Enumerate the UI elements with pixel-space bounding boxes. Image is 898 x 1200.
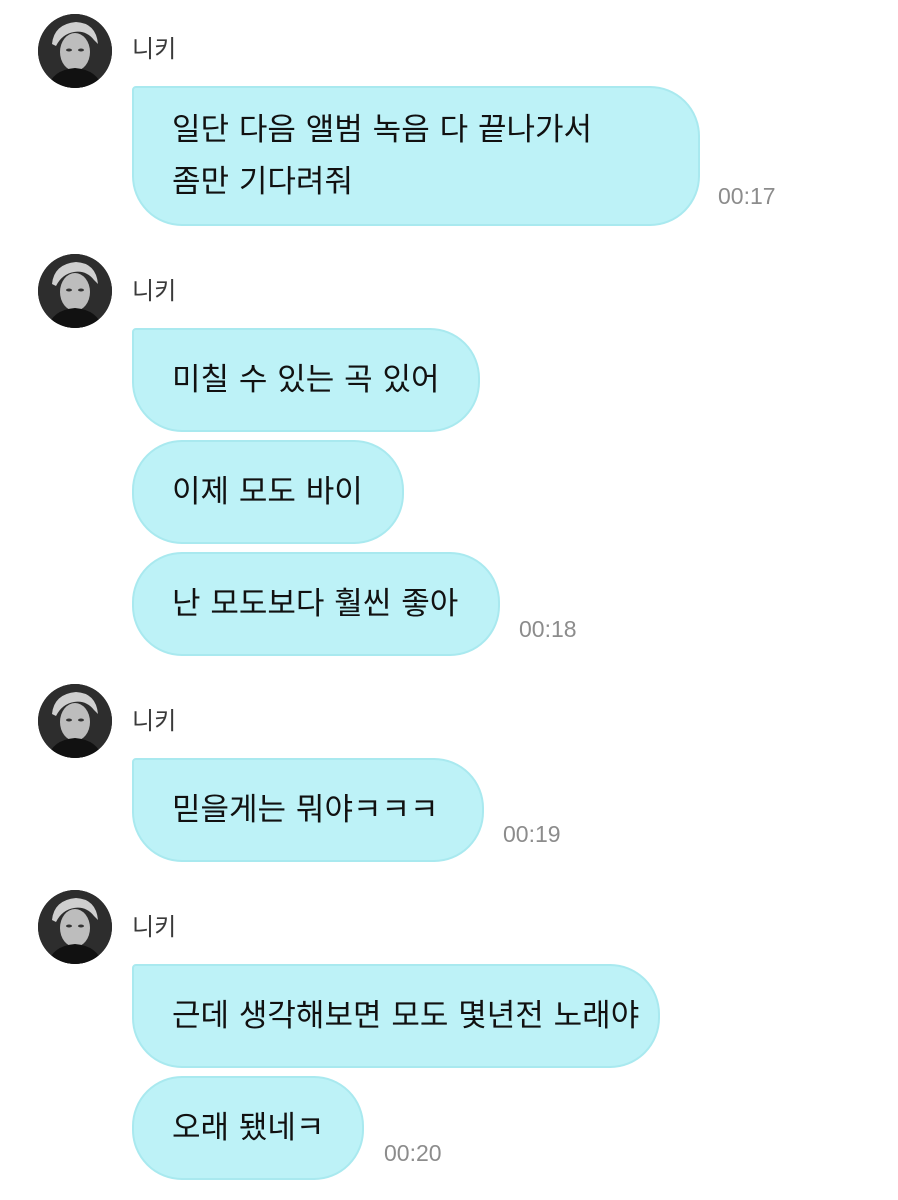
message-bubble[interactable]: 미칠 수 있는 곡 있어 — [132, 328, 480, 432]
message-bubble[interactable]: 일단 다음 앨범 녹음 다 끝나가서 좀만 기다려줘 — [132, 86, 700, 226]
sender-name: 니키 — [132, 913, 177, 941]
avatar[interactable] — [38, 890, 112, 964]
timestamp: 00:19 — [503, 821, 561, 847]
message-line: 미칠 수 있는 곡 있어 — [172, 362, 440, 398]
message-line: 일단 다음 앨범 녹음 다 끝나가서 — [172, 112, 593, 148]
sender-name: 니키 — [132, 35, 177, 63]
message-bubble[interactable]: 이제 모도 바이 — [132, 440, 404, 544]
sender-name: 니키 — [132, 707, 177, 735]
message-line: 난 모도보다 훨씬 좋아 — [172, 586, 459, 622]
sender-name: 니키 — [132, 277, 177, 305]
message-line: 오래 됐네ㅋ — [172, 1110, 325, 1146]
message-bubble[interactable]: 오래 됐네ㅋ — [132, 1076, 364, 1180]
message-line: 믿을게는 뭐야ㅋㅋㅋ — [172, 792, 439, 828]
timestamp: 00:18 — [519, 616, 577, 642]
message-bubble[interactable]: 근데 생각해보면 모도 몇년전 노래야 — [132, 964, 660, 1068]
message-line: 근데 생각해보면 모도 몇년전 노래야 — [172, 998, 640, 1034]
timestamp: 00:20 — [384, 1140, 442, 1166]
avatar[interactable] — [38, 254, 112, 328]
avatar[interactable] — [38, 684, 112, 758]
message-line: 좀만 기다려줘 — [172, 164, 353, 200]
message-bubble[interactable]: 믿을게는 뭐야ㅋㅋㅋ — [132, 758, 484, 862]
timestamp: 00:17 — [718, 183, 776, 209]
message-bubble[interactable]: 난 모도보다 훨씬 좋아 — [132, 552, 500, 656]
message-line: 이제 모도 바이 — [172, 474, 363, 510]
avatar[interactable] — [38, 14, 112, 88]
